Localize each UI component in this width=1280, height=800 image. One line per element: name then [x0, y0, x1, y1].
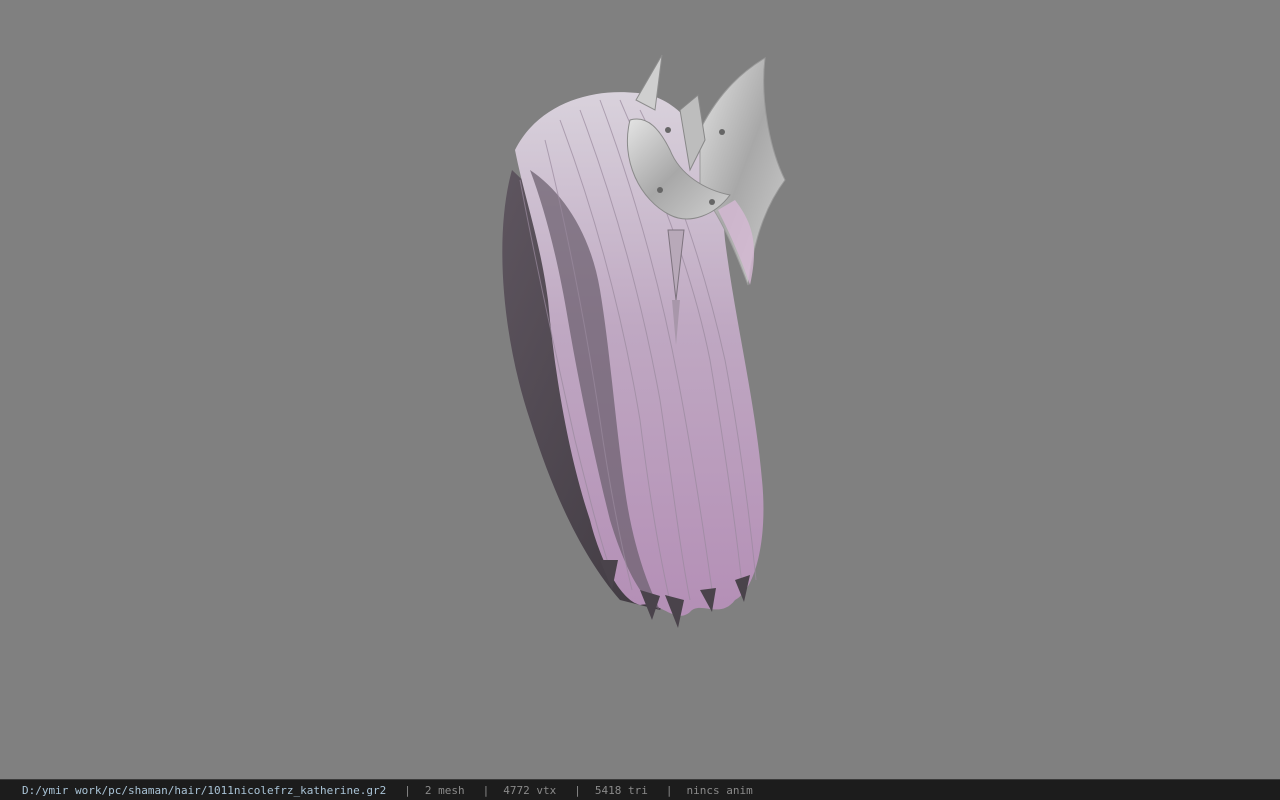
triangle-count: 5418 tri — [594, 783, 648, 797]
file-path: D:/ymir work/pc/shaman/hair/1011nicolefr… — [22, 783, 387, 797]
animation-status: nincs anim — [686, 783, 753, 797]
mesh-count: 2 mesh — [424, 783, 465, 797]
hair-model-render — [502, 54, 786, 628]
vertex-count: 4772 vtx — [503, 783, 557, 797]
separator: | — [404, 783, 411, 797]
separator: | — [574, 783, 581, 797]
3d-viewport[interactable] — [0, 0, 1280, 779]
separator: | — [665, 783, 673, 797]
separator: | — [482, 783, 490, 797]
status-bar: D:/ymir work/pc/shaman/hair/1011nicolefr… — [0, 779, 1280, 800]
